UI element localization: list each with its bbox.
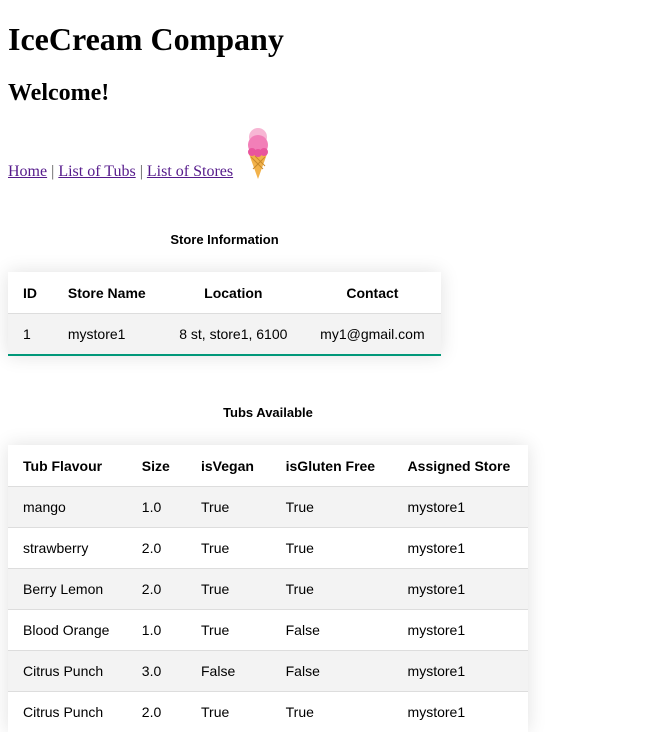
table-row: Blood Orange 1.0 True False mystore1 xyxy=(8,610,528,651)
tub-size-cell: 1.0 xyxy=(127,487,186,528)
tub-flavour-cell: Berry Lemon xyxy=(8,569,127,610)
column-header-contact: Contact xyxy=(304,272,441,314)
tubs-table: Tub Flavour Size isVegan isGluten Free A… xyxy=(8,445,528,732)
tub-vegan-cell: True xyxy=(186,569,271,610)
tub-size-cell: 2.0 xyxy=(127,528,186,569)
tub-gluten-free-cell: False xyxy=(271,610,393,651)
store-contact-cell: my1@gmail.com xyxy=(304,314,441,356)
column-header-location: Location xyxy=(163,272,304,314)
tub-vegan-cell: True xyxy=(186,487,271,528)
tub-store-cell: mystore1 xyxy=(393,569,528,610)
column-header-store-name: Store Name xyxy=(53,272,163,314)
column-header-size: Size xyxy=(127,445,186,487)
table-row: Berry Lemon 2.0 True True mystore1 xyxy=(8,569,528,610)
table-row: mango 1.0 True True mystore1 xyxy=(8,487,528,528)
table-row: Citrus Punch 2.0 True True mystore1 xyxy=(8,692,528,732)
tubs-caption: Tubs Available xyxy=(8,405,528,421)
column-header-is-gluten-free: isGluten Free xyxy=(271,445,393,487)
tub-flavour-cell: mango xyxy=(8,487,127,528)
column-header-is-vegan: isVegan xyxy=(186,445,271,487)
tub-gluten-free-cell: True xyxy=(271,692,393,732)
tub-flavour-cell: Blood Orange xyxy=(8,610,127,651)
store-location-cell: 8 st, store1, 6100 xyxy=(163,314,304,356)
table-header-row: Tub Flavour Size isVegan isGluten Free A… xyxy=(8,445,528,487)
column-header-tub-flavour: Tub Flavour xyxy=(8,445,127,487)
table-row: Citrus Punch 3.0 False False mystore1 xyxy=(8,651,528,692)
table-row: 1 mystore1 8 st, store1, 6100 my1@gmail.… xyxy=(8,314,441,356)
tub-vegan-cell: True xyxy=(186,528,271,569)
tub-vegan-cell: True xyxy=(186,610,271,651)
nav-bar: Home | List of Tubs | List of Stores xyxy=(8,162,233,182)
tub-flavour-cell: Citrus Punch xyxy=(8,651,127,692)
table-header-row: ID Store Name Location Contact xyxy=(8,272,441,314)
column-header-assigned-store: Assigned Store xyxy=(393,445,528,487)
ice-cream-cone-icon xyxy=(244,126,272,180)
store-info-table: ID Store Name Location Contact 1 mystore… xyxy=(8,272,441,356)
store-id-cell: 1 xyxy=(8,314,53,356)
nav-separator: | xyxy=(51,163,54,180)
tub-gluten-free-cell: True xyxy=(271,487,393,528)
table-row: strawberry 2.0 True True mystore1 xyxy=(8,528,528,569)
nav-link-home[interactable]: Home xyxy=(8,163,47,180)
tub-vegan-cell: False xyxy=(186,651,271,692)
tub-vegan-cell: True xyxy=(186,692,271,732)
page-title: IceCream Company xyxy=(8,18,284,60)
nav-link-stores[interactable]: List of Stores xyxy=(147,163,233,180)
tub-store-cell: mystore1 xyxy=(393,651,528,692)
tub-size-cell: 2.0 xyxy=(127,692,186,732)
tub-store-cell: mystore1 xyxy=(393,528,528,569)
tub-gluten-free-cell: True xyxy=(271,569,393,610)
tub-flavour-cell: strawberry xyxy=(8,528,127,569)
nav-separator: | xyxy=(140,163,143,180)
column-header-id: ID xyxy=(8,272,53,314)
nav-link-tubs[interactable]: List of Tubs xyxy=(58,163,135,180)
tub-store-cell: mystore1 xyxy=(393,610,528,651)
tub-size-cell: 2.0 xyxy=(127,569,186,610)
store-name-cell: mystore1 xyxy=(53,314,163,356)
tub-size-cell: 1.0 xyxy=(127,610,186,651)
tub-store-cell: mystore1 xyxy=(393,692,528,732)
store-info-caption: Store Information xyxy=(8,232,441,248)
tub-gluten-free-cell: True xyxy=(271,528,393,569)
tub-flavour-cell: Citrus Punch xyxy=(8,692,127,732)
tub-store-cell: mystore1 xyxy=(393,487,528,528)
welcome-heading: Welcome! xyxy=(8,78,109,108)
tub-gluten-free-cell: False xyxy=(271,651,393,692)
tub-size-cell: 3.0 xyxy=(127,651,186,692)
